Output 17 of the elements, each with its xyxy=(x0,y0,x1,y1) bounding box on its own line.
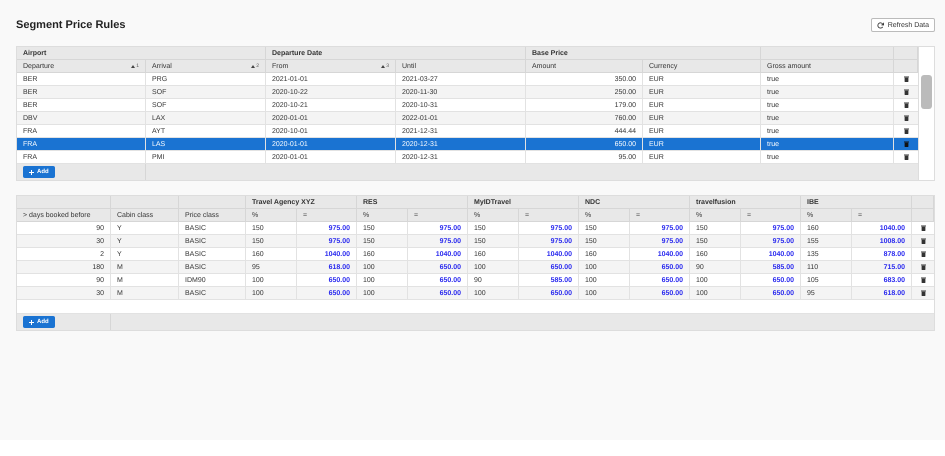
refresh-icon xyxy=(876,22,884,28)
trash-icon[interactable] xyxy=(904,115,908,121)
trash-icon[interactable] xyxy=(920,264,926,270)
plus-icon xyxy=(29,170,34,174)
trash-icon[interactable] xyxy=(904,102,908,108)
trash-icon[interactable] xyxy=(920,238,926,244)
page-title: Segment Price Rules xyxy=(16,19,126,31)
trash-icon[interactable] xyxy=(920,290,926,296)
trash-icon[interactable] xyxy=(920,251,926,257)
scrollbar-thumb[interactable] xyxy=(921,75,932,109)
trash-icon[interactable] xyxy=(904,89,908,95)
trash-icon[interactable] xyxy=(904,76,908,82)
trash-icon[interactable] xyxy=(920,225,926,231)
trash-icon[interactable] xyxy=(904,128,908,134)
trash-icon[interactable] xyxy=(904,154,908,160)
trash-icon[interactable] xyxy=(920,277,926,283)
plus-icon xyxy=(29,320,34,324)
